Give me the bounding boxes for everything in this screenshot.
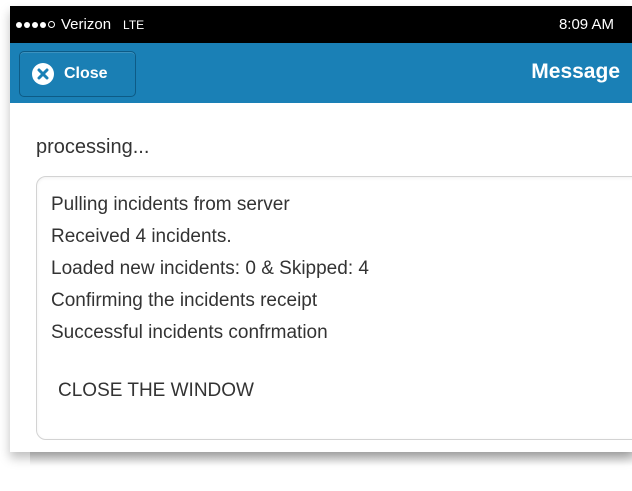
close-button[interactable]: Close	[19, 51, 136, 97]
message-content: processing... Pulling incidents from ser…	[10, 103, 632, 452]
status-bar: Verizon LTE 8:09 AM	[10, 6, 632, 43]
phone-screen: Verizon LTE 8:09 AM Close Message proces…	[10, 6, 632, 452]
status-left: Verizon LTE	[16, 16, 144, 33]
log-line: Confirming the incidents receipt	[51, 290, 318, 311]
status-time: 8:09 AM	[558, 16, 614, 33]
screen-shadow	[30, 452, 632, 466]
log-line: Pulling incidents from server	[51, 194, 290, 215]
log-lines: Pulling incidents from server Received 4…	[51, 189, 369, 349]
log-line: Successful incidents confrmation	[51, 322, 328, 343]
log-line: Loaded new incidents: 0 & Skipped: 4	[51, 258, 369, 279]
network-type: LTE	[123, 17, 145, 32]
signal-dot	[32, 21, 38, 28]
signal-strength-icon	[16, 21, 55, 28]
close-window-link[interactable]: CLOSE THE WINDOW	[58, 380, 254, 402]
processing-status: processing...	[36, 136, 150, 158]
close-button-label: Close	[64, 65, 108, 82]
signal-dot	[16, 21, 22, 28]
nav-bar: Close Message	[10, 43, 632, 103]
signal-dot	[40, 21, 46, 28]
log-box: Pulling incidents from server Received 4…	[36, 176, 632, 440]
carrier-name: Verizon	[61, 16, 112, 33]
close-icon	[32, 63, 54, 85]
signal-dot-empty	[48, 21, 55, 28]
log-line: Received 4 incidents.	[51, 226, 232, 247]
page-title: Message	[531, 60, 620, 83]
signal-dot	[24, 21, 30, 28]
